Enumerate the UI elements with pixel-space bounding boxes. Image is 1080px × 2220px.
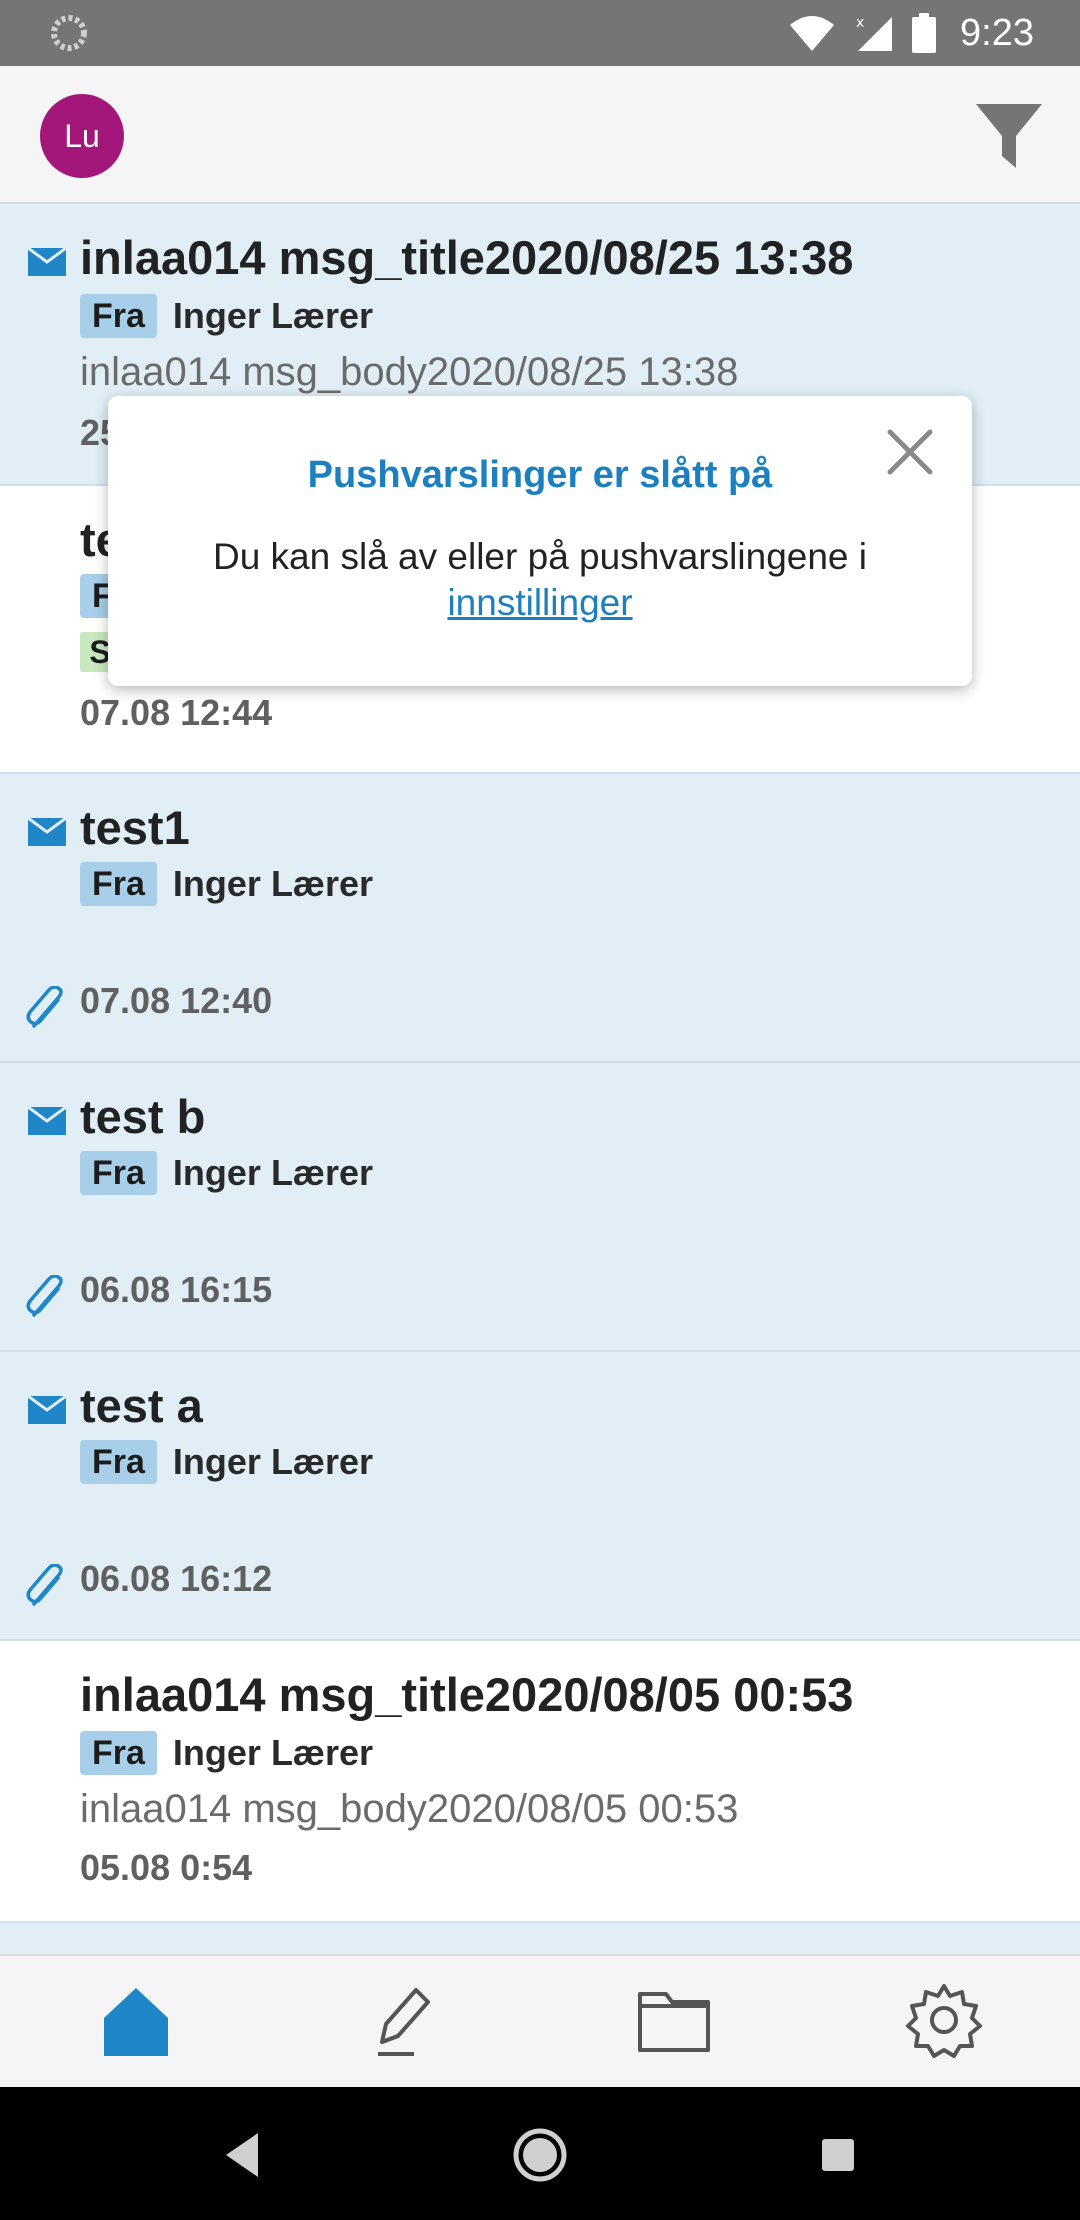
system-nav-bar [0, 2087, 1080, 2220]
attachment-icon [26, 986, 63, 1028]
from-badge: Fra [80, 862, 157, 906]
message-title: test1 [80, 801, 190, 854]
from-row: Fra Inger Lærer [80, 1151, 373, 1195]
from-row: Fra Inger Lærer [80, 862, 373, 906]
message-date: 07.08 12:44 [80, 692, 273, 733]
home-button-icon[interactable] [510, 2125, 570, 2185]
battery-icon [912, 13, 937, 53]
list-item[interactable]: inlaa014 msg_title2020/08/05 00:53 Fra I… [0, 1641, 1080, 1923]
from-row: Fra Inger Lærer [80, 1731, 373, 1775]
sender-name: Inger Lærer [172, 863, 373, 904]
settings-link[interactable]: innstillinger [108, 582, 972, 624]
from-badge: Fra [80, 1151, 157, 1195]
from-row: Fra Inger Lærer [80, 294, 373, 338]
push-notification-popup: Pushvarslinger er slått på Du kan slå av… [108, 396, 972, 686]
compose-icon[interactable] [364, 1980, 444, 2060]
bottom-nav [0, 1954, 1080, 2087]
message-date: 05.08 0:54 [80, 1847, 253, 1888]
avatar[interactable]: Lu [40, 94, 124, 178]
back-icon[interactable] [212, 2125, 272, 2185]
envelope-icon [28, 1107, 66, 1135]
list-item[interactable]: test b Fra Inger Lærer 06.08 16:15 [0, 1063, 1080, 1352]
home-icon[interactable] [96, 1980, 176, 2060]
popup-title: Pushvarslinger er slått på [307, 454, 773, 496]
recents-icon[interactable] [808, 2125, 868, 2185]
settings-icon[interactable] [904, 1980, 984, 2060]
attachment-icon [26, 1275, 63, 1317]
popup-text: Du kan slå av eller på pushvarslingene i [212, 536, 868, 577]
filter-icon[interactable] [974, 102, 1044, 172]
sender-name: Inger Lærer [172, 1152, 373, 1193]
list-item[interactable] [0, 1923, 1080, 1954]
message-preview: inlaa014 msg_body2020/08/05 00:53 [80, 1787, 739, 1831]
message-date: 06.08 16:15 [80, 1269, 273, 1310]
envelope-icon [28, 818, 66, 846]
folder-icon[interactable] [634, 1980, 714, 2060]
list-item[interactable]: test a Fra Inger Lærer 06.08 16:12 [0, 1352, 1080, 1641]
svg-text:x: x [856, 15, 864, 31]
sender-name: Inger Lærer [172, 1441, 373, 1482]
message-preview: inlaa014 msg_body2020/08/25 13:38 [80, 350, 739, 394]
message-title: test b [80, 1090, 206, 1143]
status-bar: x 9:23 [0, 0, 1080, 66]
attachment-icon [26, 1564, 63, 1606]
from-badge: Fra [80, 1440, 157, 1484]
message-title: inlaa014 msg_title2020/08/25 13:38 [80, 231, 854, 284]
signal-icon: x [856, 15, 893, 51]
envelope-icon [28, 248, 66, 276]
envelope-icon [28, 1396, 66, 1424]
from-badge: Fra [80, 1731, 157, 1775]
wifi-icon [790, 16, 835, 51]
sender-name: Inger Lærer [172, 295, 373, 336]
status-time: 9:23 [960, 11, 1034, 54]
sender-name: Inger Lærer [172, 1732, 373, 1773]
from-badge: Fra [80, 294, 157, 338]
loading-icon [51, 15, 87, 51]
message-title: inlaa014 msg_title2020/08/05 00:53 [80, 1668, 854, 1721]
app-header: Lu [0, 66, 1080, 204]
from-row: Fra Inger Lærer [80, 1440, 373, 1484]
message-date: 06.08 16:12 [80, 1558, 273, 1599]
list-item[interactable]: test1 Fra Inger Lærer 07.08 12:40 [0, 774, 1080, 1063]
message-date: 07.08 12:40 [80, 980, 273, 1021]
message-title: test a [80, 1379, 203, 1432]
